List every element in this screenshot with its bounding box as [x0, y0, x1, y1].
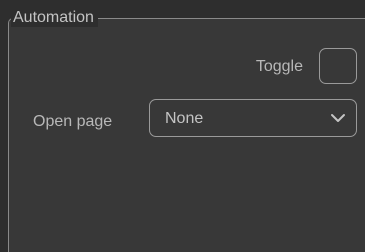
toggle-checkbox[interactable]: [319, 48, 357, 84]
open-page-select[interactable]: None: [149, 99, 357, 137]
chevron-down-icon: [331, 114, 345, 122]
panel-title: Automation: [11, 9, 98, 27]
toggle-label: Toggle: [255, 58, 303, 75]
open-page-label: Open page: [33, 113, 113, 130]
open-page-selected-value: None: [165, 110, 204, 127]
